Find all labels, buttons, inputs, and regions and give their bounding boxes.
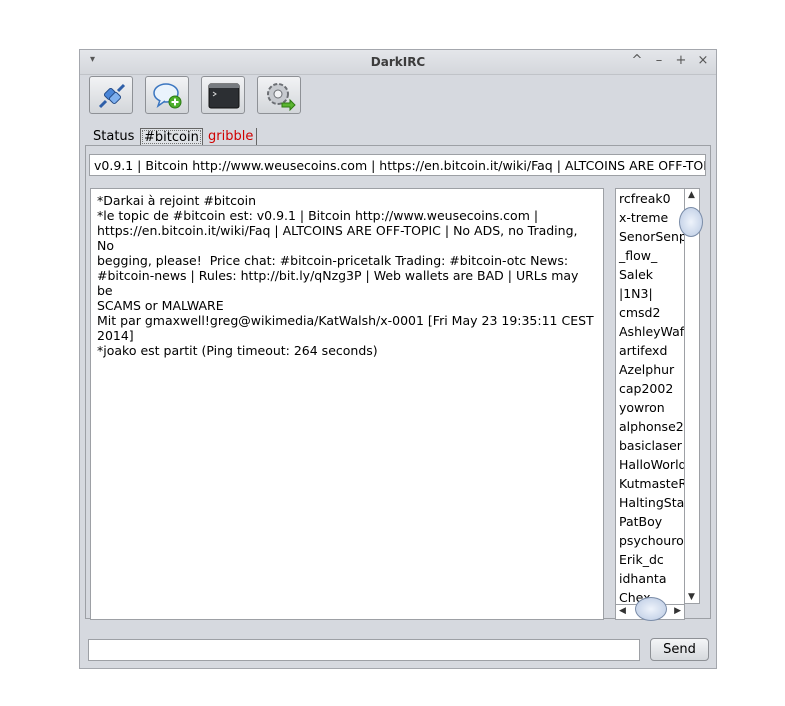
user-list-item[interactable]: KutmasteR bbox=[616, 474, 684, 493]
user-list-item[interactable]: SenorSenp bbox=[616, 227, 684, 246]
user-list-item[interactable]: artifexd bbox=[616, 341, 684, 360]
user-list-item[interactable]: basiclaser bbox=[616, 436, 684, 455]
scroll-down-icon[interactable]: ▼ bbox=[688, 592, 695, 602]
user-list-item[interactable]: Erik_dc bbox=[616, 550, 684, 569]
chat-line: *le topic de #bitcoin est: v0.9.1 | Bitc… bbox=[97, 208, 579, 313]
user-list-vertical-scrollbar[interactable]: ▲ ▼ bbox=[679, 188, 703, 604]
user-list-item[interactable]: HaltingStat bbox=[616, 493, 684, 512]
user-list-item[interactable]: cap2002 bbox=[616, 379, 684, 398]
tab-gribble[interactable]: gribble bbox=[205, 128, 258, 146]
scroll-right-icon[interactable]: ▶ bbox=[674, 606, 681, 616]
connect-button[interactable] bbox=[89, 76, 133, 114]
user-list-item[interactable]: Salek bbox=[616, 265, 684, 284]
terminal-icon bbox=[208, 83, 240, 109]
scroll-left-icon[interactable]: ◀ bbox=[619, 606, 626, 616]
user-list-horizontal-scrollbar[interactable]: ◀ ▶ bbox=[615, 597, 685, 621]
user-list-item[interactable]: idhanta bbox=[616, 569, 684, 588]
chat-line: *joako est partit (Ping timeout: 264 sec… bbox=[97, 343, 378, 358]
user-list-item[interactable]: PatBoy bbox=[616, 512, 684, 531]
user-list-item[interactable]: HalloWorld bbox=[616, 455, 684, 474]
tab-bitcoin[interactable]: #bitcoin bbox=[140, 128, 203, 146]
user-list-item[interactable]: x-treme bbox=[616, 208, 684, 227]
message-input[interactable] bbox=[88, 639, 640, 661]
chat-line: *Darkai à rejoint #bitcoin bbox=[97, 193, 257, 208]
user-list-item[interactable]: AshleyWaff bbox=[616, 322, 684, 341]
new-chat-icon bbox=[153, 83, 182, 109]
terminal-button[interactable] bbox=[201, 76, 245, 114]
user-list-item[interactable]: rcfreak0 bbox=[616, 189, 684, 208]
minimize-button[interactable]: – bbox=[651, 53, 667, 68]
user-list-item[interactable]: |1N3| bbox=[616, 284, 684, 303]
user-list-item[interactable]: psychouro bbox=[616, 531, 684, 550]
user-list-item[interactable]: Azelphur bbox=[616, 360, 684, 379]
send-button[interactable]: Send bbox=[650, 638, 709, 661]
chat-line: Mit par gmaxwell!greg@wikimedia/KatWalsh… bbox=[97, 313, 594, 343]
settings-gear-icon bbox=[267, 83, 296, 111]
new-chat-button[interactable] bbox=[145, 76, 189, 114]
topic-field[interactable]: v0.9.1 | Bitcoin http://www.weusecoins.c… bbox=[89, 154, 706, 176]
user-list[interactable]: rcfreak0 x-treme SenorSenp _flow_ Salek |1N3|… bbox=[615, 188, 685, 620]
scroll-thumb-horizontal[interactable] bbox=[635, 597, 667, 621]
user-list-item[interactable]: _flow_ bbox=[616, 246, 684, 265]
shade-button[interactable]: ^ bbox=[629, 53, 645, 68]
close-button[interactable]: × bbox=[695, 53, 711, 68]
user-list-item[interactable]: cmsd2 bbox=[616, 303, 684, 322]
chat-log: *Darkai à rejoint #bitcoin *le topic de … bbox=[90, 188, 604, 620]
maximize-button[interactable]: + bbox=[673, 53, 689, 68]
tab-status[interactable]: Status bbox=[90, 128, 137, 146]
scroll-up-icon[interactable]: ▲ bbox=[688, 190, 695, 200]
title-bar: ▾ DarkIRC ^ – + × bbox=[80, 50, 716, 75]
window-title: DarkIRC bbox=[370, 55, 426, 69]
user-list-item[interactable]: alphonse2 bbox=[616, 417, 684, 436]
user-list-item[interactable]: yowron bbox=[616, 398, 684, 417]
scroll-thumb[interactable] bbox=[679, 207, 703, 237]
settings-button[interactable] bbox=[257, 76, 301, 114]
darkirc-window: ▾ DarkIRC ^ – + × Status #bitcoin gribbl… bbox=[79, 49, 717, 669]
connect-plug-icon bbox=[98, 83, 126, 109]
